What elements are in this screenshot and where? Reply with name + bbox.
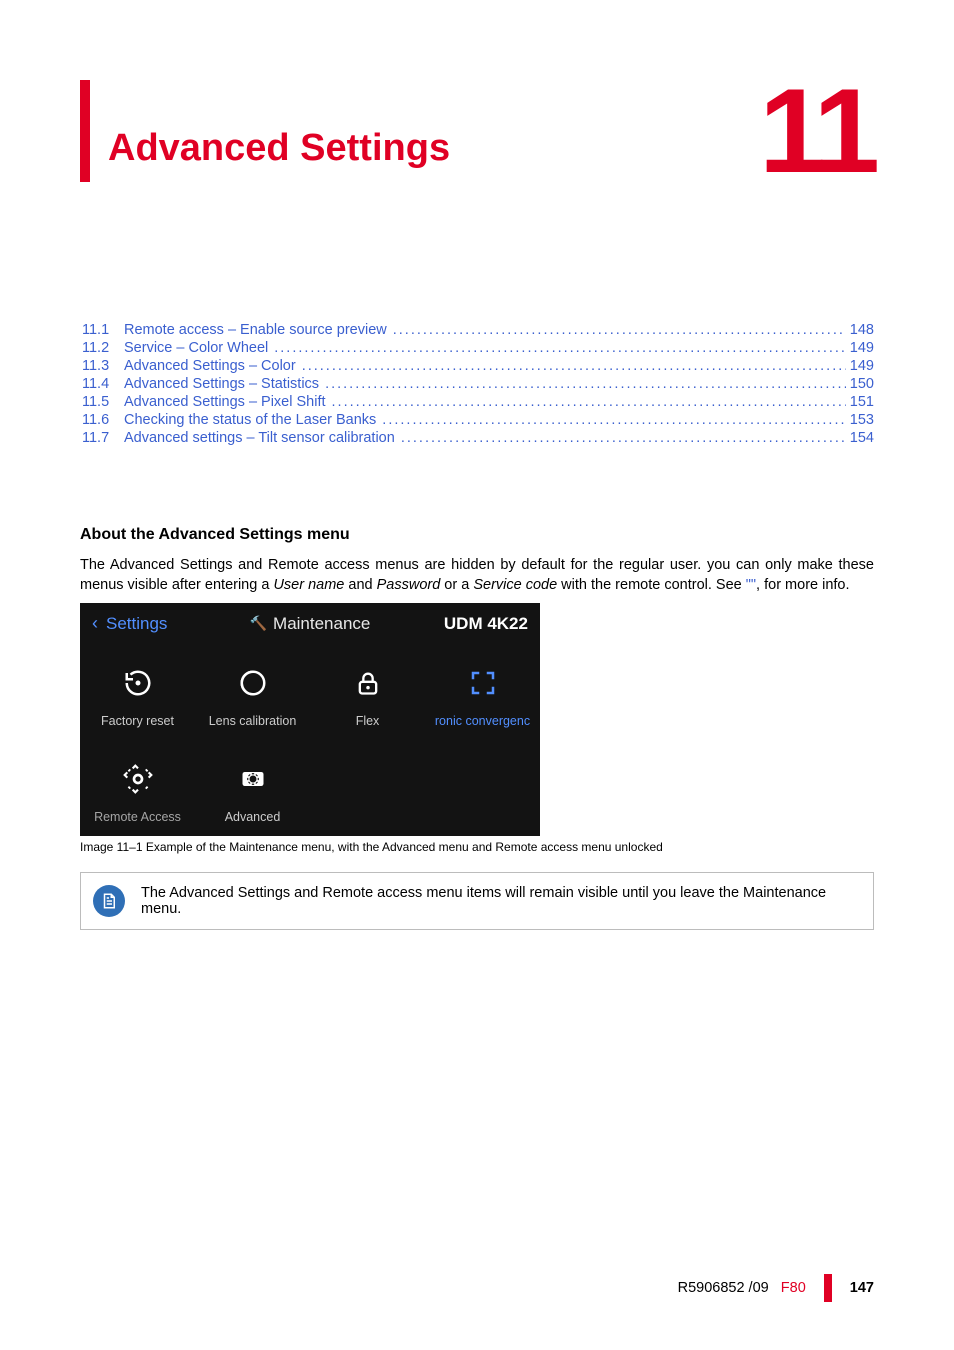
text-italic: User name: [273, 577, 344, 593]
text: or a: [440, 577, 473, 593]
menu-item-label: ronic convergenc: [429, 714, 536, 728]
note-text: The Advanced Settings and Remote access …: [141, 885, 861, 917]
toc-page: 148: [846, 322, 874, 338]
back-label: Settings: [106, 614, 167, 634]
note-icon: [93, 885, 125, 917]
expand-icon: [429, 662, 536, 704]
menu-item-factory-reset[interactable]: Factory reset: [80, 644, 195, 740]
menu-header: ‹ Settings 🔨 Maintenance UDM 4K22: [80, 603, 540, 644]
toc-page: 150: [846, 376, 874, 392]
divider: [824, 1274, 832, 1302]
text: and: [344, 577, 376, 593]
menu-title-text: Maintenance: [273, 614, 370, 634]
toc-page: 151: [846, 394, 874, 410]
menu-item-lens-calibration[interactable]: Lens calibration: [195, 644, 310, 740]
toc-title: Checking the status of the Laser Banks: [124, 412, 376, 428]
toc-number: 11.6: [82, 412, 124, 428]
toc-entry[interactable]: 11.3 Advanced Settings – Color 149: [82, 358, 874, 374]
menu-item-label: Remote Access: [84, 810, 191, 824]
link[interactable]: "": [746, 577, 756, 593]
toc-title: Advanced Settings – Pixel Shift: [124, 394, 326, 410]
toc-leader: [382, 412, 846, 428]
status-dot-icon: 🔨: [250, 615, 267, 632]
menu-item-flex[interactable]: Flex: [310, 644, 425, 740]
menu-item-label: Lens calibration: [199, 714, 306, 728]
back-button[interactable]: ‹ Settings: [92, 613, 237, 634]
menu-item-label: Advanced: [199, 810, 306, 824]
chapter-header: Advanced Settings 11: [80, 80, 874, 182]
toc-number: 11.2: [82, 340, 124, 356]
text: , for more info.: [756, 577, 849, 593]
maintenance-menu-screenshot: ‹ Settings 🔨 Maintenance UDM 4K22 Factor…: [80, 603, 540, 836]
toc-page: 149: [846, 340, 874, 356]
toc-page: 153: [846, 412, 874, 428]
toc-leader: [302, 358, 846, 374]
menu-item-empty: [425, 740, 540, 836]
lens-icon: [199, 662, 306, 704]
menu-item-label: Flex: [314, 714, 421, 728]
toc-entry[interactable]: 11.5 Advanced Settings – Pixel Shift 151: [82, 394, 874, 410]
lock-icon: [314, 662, 421, 704]
toc-number: 11.1: [82, 322, 124, 338]
model-label: UDM 4K22: [383, 614, 528, 634]
toc-entry[interactable]: 11.2 Service – Color Wheel 149: [82, 340, 874, 356]
section-heading: About the Advanced Settings menu: [80, 526, 874, 544]
toc-number: 11.5: [82, 394, 124, 410]
toc-title: Advanced settings – Tilt sensor calibrat…: [124, 430, 395, 446]
reset-icon: [84, 662, 191, 704]
toc-title: Advanced Settings – Statistics: [124, 376, 319, 392]
toc-title: Remote access – Enable source preview: [124, 322, 387, 338]
text: with the remote control. See: [557, 577, 746, 593]
toc-number: 11.3: [82, 358, 124, 374]
toc-entry[interactable]: 11.7 Advanced settings – Tilt sensor cal…: [82, 430, 874, 446]
menu-item-advanced[interactable]: Advanced: [195, 740, 310, 836]
menu-title: 🔨 Maintenance: [237, 614, 382, 634]
toc-leader: [274, 340, 846, 356]
page-footer: R5906852 /09 F80 147: [678, 1274, 874, 1302]
paragraph: The Advanced Settings and Remote access …: [80, 556, 874, 595]
remote-access-icon: [84, 758, 191, 800]
toc-page: 154: [846, 430, 874, 446]
toc-page: 149: [846, 358, 874, 374]
toc-number: 11.4: [82, 376, 124, 392]
page-number: 147: [850, 1280, 874, 1296]
toc-leader: [393, 322, 846, 338]
toc-leader: [332, 394, 846, 410]
note-box: The Advanced Settings and Remote access …: [80, 872, 874, 930]
text-italic: Service code: [473, 577, 557, 593]
toc-entry[interactable]: 11.4 Advanced Settings – Statistics 150: [82, 376, 874, 392]
toc-leader: [325, 376, 846, 392]
text-italic: Password: [377, 577, 441, 593]
gear-icon: [199, 758, 306, 800]
toc-title: Service – Color Wheel: [124, 340, 268, 356]
toc-number: 11.7: [82, 430, 124, 446]
image-caption: Image 11–1 Example of the Maintenance me…: [80, 840, 874, 854]
toc-title: Advanced Settings – Color: [124, 358, 296, 374]
chapter-number: 11: [759, 80, 874, 182]
toc-entry[interactable]: 11.1 Remote access – Enable source previ…: [82, 322, 874, 338]
chapter-title: Advanced Settings: [108, 127, 450, 182]
menu-item-label: Factory reset: [84, 714, 191, 728]
table-of-contents: 11.1 Remote access – Enable source previ…: [82, 322, 874, 446]
model-name: F80: [781, 1280, 806, 1296]
toc-leader: [401, 430, 846, 446]
doc-number: R5906852 /09: [678, 1280, 769, 1296]
toc-entry[interactable]: 11.6 Checking the status of the Laser Ba…: [82, 412, 874, 428]
chevron-left-icon: ‹: [92, 613, 98, 634]
menu-item-remote-access[interactable]: Remote Access: [80, 740, 195, 836]
menu-item-convergence[interactable]: ronic convergenc: [425, 644, 540, 740]
menu-item-empty: [310, 740, 425, 836]
